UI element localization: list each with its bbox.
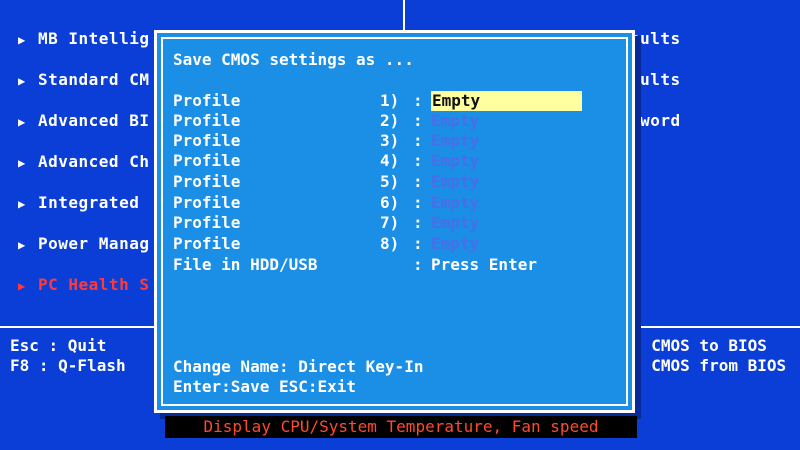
menu-item-right-1[interactable]: aults <box>630 28 681 50</box>
footer-right: e CMOS to BIOS d CMOS from BIOS <box>632 336 786 376</box>
profile-1-value[interactable]: Empty <box>431 91 582 111</box>
menu-item-standard-cmos[interactable]: ▶ Standard CM <box>18 69 149 91</box>
footer-qflash: F8 : Q-Flash <box>10 356 126 375</box>
dialog-title: Save CMOS settings as ... <box>173 50 414 69</box>
profile-4-value[interactable]: Empty <box>431 151 479 171</box>
column-divider <box>403 0 405 30</box>
profile-7-value[interactable]: Empty <box>431 213 479 233</box>
triangle-right-icon: ▶ <box>18 238 26 252</box>
menu-item-power-management[interactable]: ▶ Power Manag <box>18 233 149 255</box>
menu-item-integrated[interactable]: ▶ Integrated <box>18 192 139 214</box>
menu-item-advanced-bios[interactable]: ▶ Advanced BI <box>18 110 149 132</box>
profile-2-value[interactable]: Empty <box>431 111 479 131</box>
triangle-right-icon: ▶ <box>18 197 26 211</box>
footer-quit: Esc : Quit <box>10 336 107 355</box>
file-hdd-usb-value[interactable]: Press Enter <box>431 255 537 275</box>
triangle-right-icon: ▶ <box>18 33 26 47</box>
profile-5-value[interactable]: Empty <box>431 172 479 192</box>
menu-item-mb-intelligent[interactable]: ▶ MB Intellig <box>18 28 149 50</box>
profile-8-value[interactable]: Empty <box>431 234 479 254</box>
profile-3-value[interactable]: Empty <box>431 131 479 151</box>
triangle-right-icon: ▶ <box>18 74 26 88</box>
footer-save-cmos: e CMOS to BIOS <box>632 336 767 355</box>
footer-left: Esc : Quit F8 : Q-Flash <box>10 336 126 376</box>
triangle-right-icon: ▶ <box>18 156 26 170</box>
menu-item-right-3[interactable]: sword <box>630 110 681 132</box>
footer-load-cmos: d CMOS from BIOS <box>632 356 787 375</box>
menu-item-pc-health[interactable]: ▶ PC Health S <box>18 274 149 296</box>
save-cmos-dialog: Save CMOS settings as ... Profile 1) : E… <box>154 30 635 413</box>
profile-6-value[interactable]: Empty <box>431 193 479 213</box>
bios-screen: ▶ MB Intellig ▶ Standard CM ▶ Advanced BI ▶… <box>0 0 800 450</box>
menu-item-advanced-chipset[interactable]: ▶ Advanced Ch <box>18 151 149 173</box>
hint-keys: Enter:Save ESC:Exit <box>173 377 357 396</box>
triangle-right-icon: ▶ <box>18 279 26 293</box>
triangle-right-icon: ▶ <box>18 115 26 129</box>
hint-change-name: Change Name: Direct Key-In <box>173 357 424 376</box>
status-bar: Display CPU/System Temperature, Fan spee… <box>165 416 637 438</box>
menu-item-right-2[interactable]: aults <box>630 69 681 91</box>
